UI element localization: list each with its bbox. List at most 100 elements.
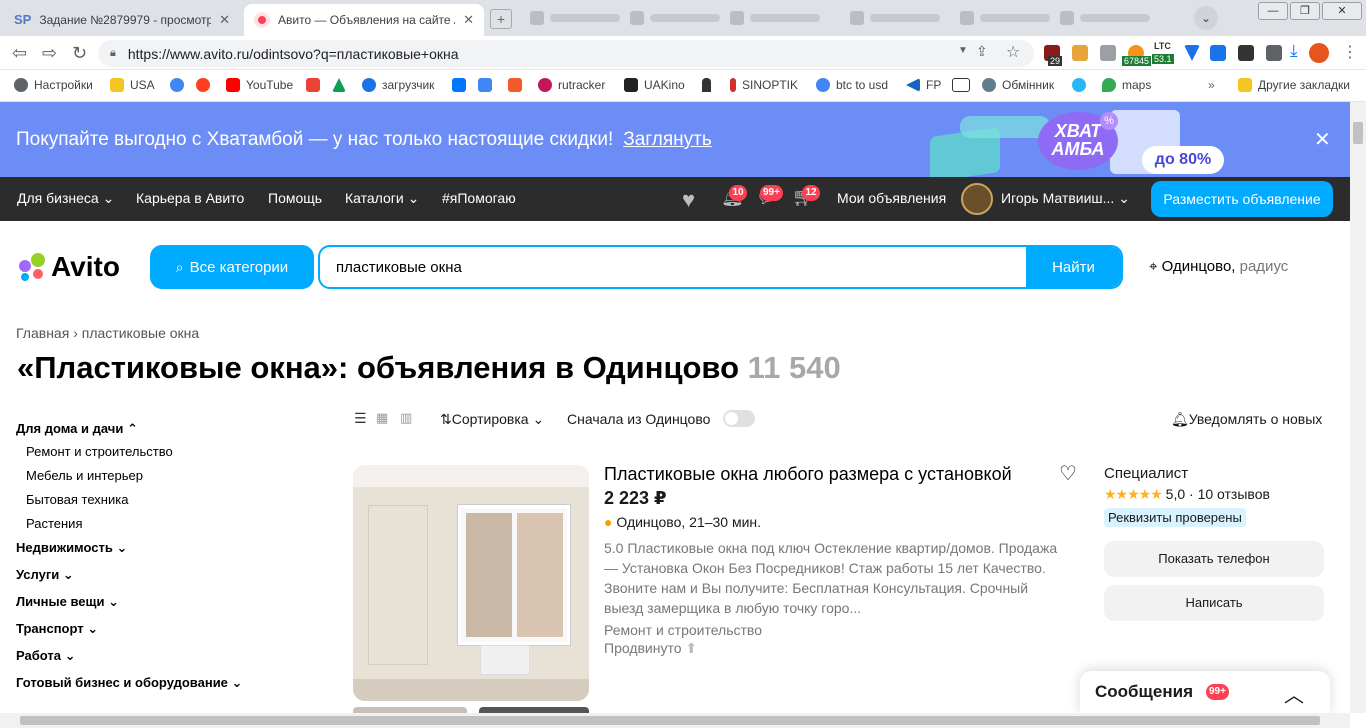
all-categories-button[interactable]: ⌕ Все категории (150, 245, 314, 289)
messages-widget[interactable]: Сообщения 99+ ︿ (1080, 671, 1330, 715)
bookmark-gmail[interactable] (306, 78, 326, 92)
bookmark-uakino[interactable]: UAKino (624, 78, 685, 92)
nav-help[interactable]: Помощь (268, 190, 322, 206)
bookmark-yandex[interactable] (196, 78, 216, 92)
grid-view-icon[interactable]: ▦ (376, 410, 388, 426)
bookmark-rutracker[interactable]: rutracker (538, 78, 605, 92)
extension-briefcase-icon[interactable] (1100, 45, 1116, 61)
background-tab[interactable] (530, 10, 620, 26)
background-tab[interactable] (960, 10, 1050, 26)
favorite-heart-icon[interactable]: ♡ (1059, 461, 1077, 486)
bookmark-downloader[interactable]: загрузчик (362, 78, 434, 92)
sidebar-group[interactable]: Транспорт ⌄ (16, 620, 306, 647)
close-window-button[interactable]: ✕ (1322, 2, 1362, 20)
post-ad-button[interactable]: Разместить объявление (1151, 181, 1333, 217)
write-message-button[interactable]: Написать (1104, 585, 1324, 621)
background-tab[interactable] (630, 10, 720, 26)
nav-business[interactable]: Для бизнеса ⌄ (17, 190, 114, 207)
sidebar-group[interactable]: Недвижимость ⌄ (16, 539, 306, 566)
bookmark-sinoptik[interactable]: SINOPTIK (730, 78, 798, 92)
reload-icon[interactable]: ↻ (72, 44, 87, 62)
extension-v-icon[interactable] (1184, 45, 1200, 61)
vertical-scrollbar[interactable] (1350, 102, 1366, 713)
nav-catalogs[interactable]: Каталоги ⌄ (345, 190, 419, 207)
bookmark-usa[interactable]: USA (110, 78, 155, 92)
close-promo-icon[interactable]: ✕ (1314, 130, 1331, 150)
bookmark-other[interactable]: Другие закладки (1238, 78, 1350, 92)
bookmark-maps[interactable]: maps (1102, 78, 1151, 92)
bookmark-drive[interactable] (332, 78, 352, 92)
sidebar-subitem[interactable]: Бытовая техника (16, 491, 306, 515)
sidebar-group[interactable]: Личные вещи ⌄ (16, 593, 306, 620)
bookmark-btc-to-usd[interactable]: btc to usd (816, 78, 888, 92)
share-icon[interactable]: ⇪ (976, 43, 988, 60)
address-bar[interactable]: 🔒︎ https://www.avito.ru/odintsovo?q=плас… (98, 40, 1034, 67)
minimize-window-button[interactable]: — (1258, 2, 1288, 20)
sidebar-group[interactable]: Готовый бизнес и оборудование ⌄ (16, 674, 306, 701)
bookmark-fp[interactable]: FP (906, 78, 941, 92)
bookmark-star-icon[interactable]: ☆ (1006, 42, 1020, 62)
list-view-icon[interactable]: ☰ (354, 410, 367, 427)
extensions-puzzle-icon[interactable] (1266, 45, 1282, 61)
background-tab[interactable] (1060, 10, 1150, 26)
background-tab[interactable] (730, 10, 820, 26)
forward-arrow-icon[interactable]: ⇨ (42, 44, 57, 62)
avatar[interactable] (961, 183, 993, 215)
map-view-icon[interactable]: ▥ (400, 410, 412, 426)
sort-dropdown[interactable]: ⇅Сортировка ⌄ (440, 411, 544, 428)
background-tab[interactable] (850, 10, 940, 26)
browser-tab-zadanie[interactable]: SP Задание №2879979 - просмотр з ✕ (4, 4, 240, 36)
sidebar-group[interactable]: Услуги ⌄ (16, 566, 306, 593)
bookmark-star[interactable] (1072, 78, 1092, 92)
bookmark-exchanger[interactable]: Обмінник (982, 78, 1054, 92)
nav-user[interactable]: Игорь Матвииш... ⌄ (1001, 190, 1130, 207)
sidebar-subitem[interactable]: Растения (16, 515, 306, 539)
promo-link[interactable]: Заглянуть (623, 129, 712, 150)
sidebar-subitem[interactable]: Мебель и интерьер (16, 467, 306, 491)
extension-download-icon[interactable] (1210, 45, 1226, 61)
favorites-heart-icon[interactable]: ♥ (682, 187, 695, 213)
downloads-icon[interactable]: ⤓ (1290, 41, 1298, 61)
bookmark-vk[interactable] (452, 78, 472, 92)
horizontal-scrollbar[interactable] (0, 713, 1350, 728)
new-tab-button[interactable]: + (490, 9, 512, 29)
close-tab-icon[interactable]: ✕ (219, 12, 230, 28)
bookmark-f[interactable] (508, 78, 528, 92)
bookmark-bc[interactable] (952, 78, 976, 92)
tab-search-chevron-icon[interactable]: ⌄ (1194, 6, 1218, 30)
search-button[interactable]: Найти (1026, 247, 1121, 287)
nav-charity[interactable]: #яПомогаю (442, 190, 516, 206)
extension-arrow-icon[interactable] (1238, 45, 1254, 61)
location-selector[interactable]: ⌖ Одинцово, радиус (1149, 258, 1288, 275)
bookmarks-overflow[interactable]: » (1208, 78, 1215, 92)
back-arrow-icon[interactable]: ⇦ (12, 44, 27, 62)
bookmark-translate[interactable] (478, 78, 498, 92)
sidebar-group[interactable]: Работа ⌄ (16, 647, 306, 674)
listing-title[interactable]: Пластиковые окна любого размера с устано… (604, 464, 1064, 485)
browser-menu-icon[interactable]: ⋮ (1342, 42, 1358, 62)
search-input[interactable] (320, 247, 1026, 287)
bookmark-google[interactable] (170, 78, 190, 92)
chevron-up-icon[interactable]: ︿ (1284, 679, 1304, 708)
show-phone-button[interactable]: Показать телефон (1104, 541, 1324, 577)
bookmark-settings[interactable]: Настройки (14, 78, 93, 92)
bookmark-youtube[interactable]: YouTube (226, 78, 293, 92)
avito-logo[interactable]: Avito (17, 251, 120, 282)
maximize-window-button[interactable]: ❐ (1290, 2, 1320, 20)
address-dropdown-icon[interactable]: ▼ (958, 45, 968, 56)
nav-career[interactable]: Карьера в Авито (136, 190, 244, 206)
breadcrumb-home[interactable]: Главная (16, 325, 69, 341)
local-first-toggle[interactable] (723, 410, 755, 427)
bookmark-pawn[interactable] (702, 78, 717, 92)
browser-tab-avito[interactable]: Авито — Объявления на сайте Ав ✕ (244, 4, 484, 36)
listing-photo[interactable] (353, 465, 589, 701)
seller-rating[interactable]: ★★★★★ 5,0 · 10 отзывов (1104, 486, 1326, 503)
sidebar-subitem[interactable]: Ремонт и строительство (16, 443, 306, 467)
notify-new-button[interactable]: 🔔︎Уведомлять о новых (1171, 411, 1322, 428)
nav-my-ads[interactable]: Мои объявления (837, 190, 946, 206)
close-tab-icon[interactable]: ✕ (463, 12, 474, 28)
breadcrumb-current[interactable]: пластиковые окна (82, 325, 199, 341)
profile-avatar-icon[interactable] (1309, 43, 1329, 63)
seller-type[interactable]: Специалист (1104, 465, 1326, 482)
extension-fox-icon[interactable] (1072, 45, 1088, 61)
